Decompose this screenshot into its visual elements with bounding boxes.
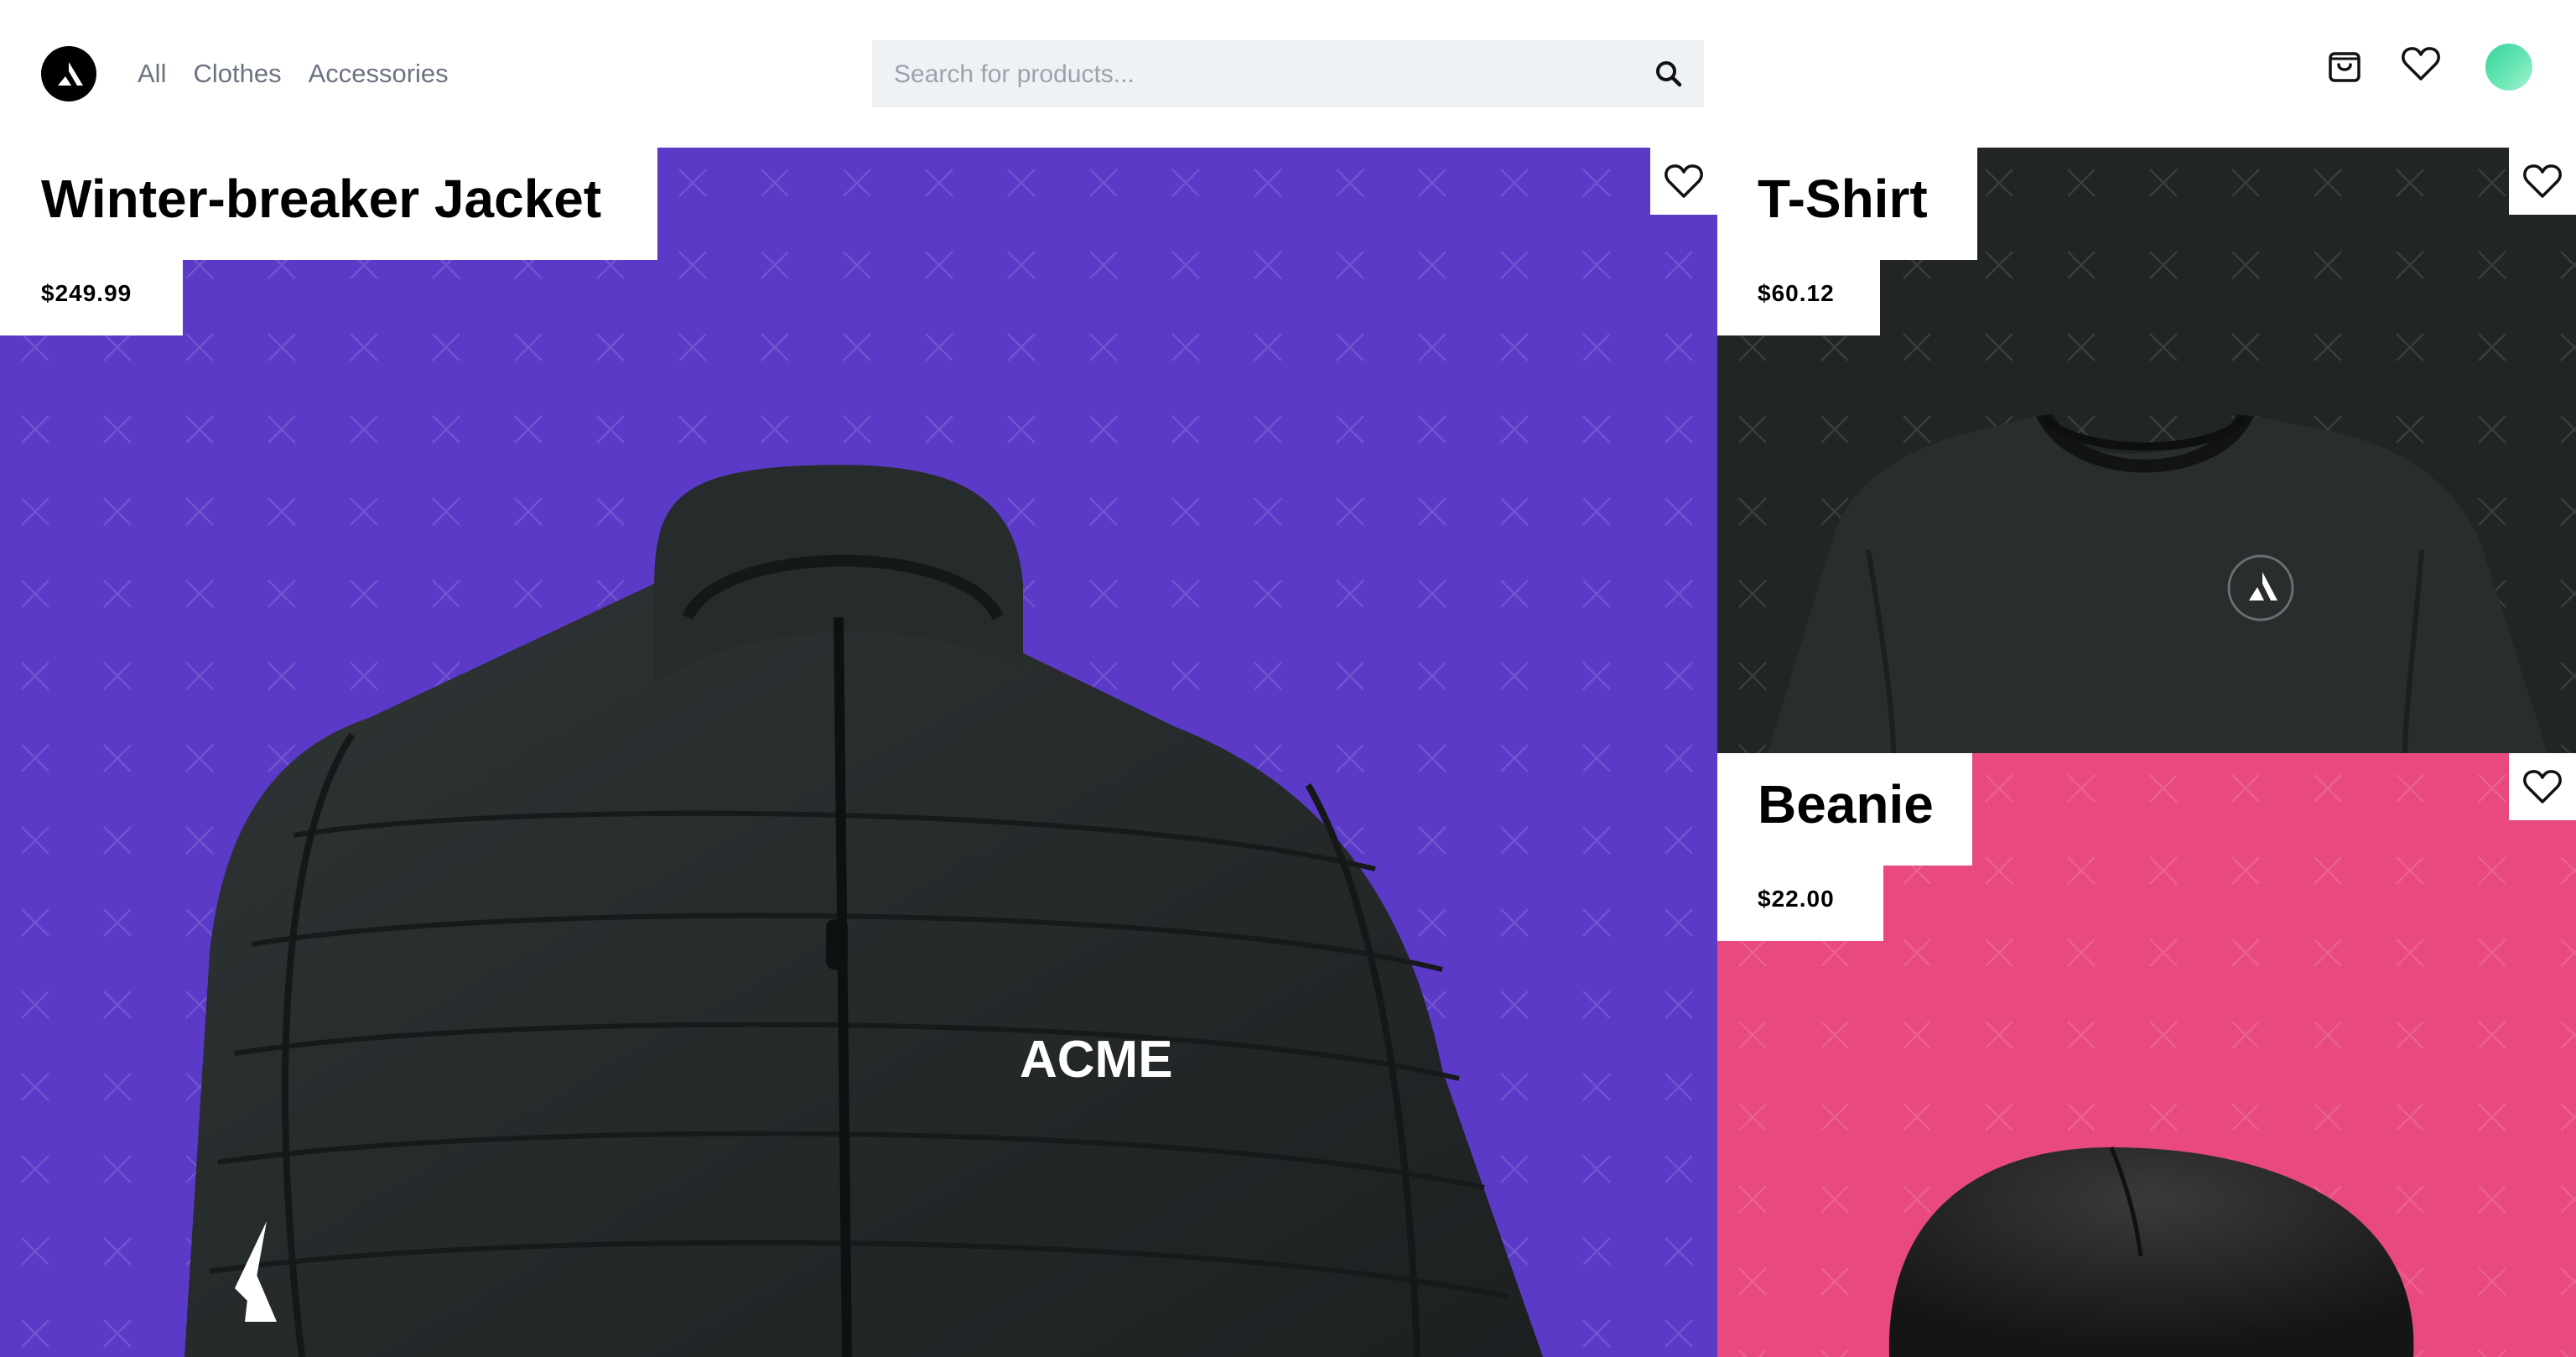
jacket-brand-print: ACME [1020, 1031, 1173, 1089]
shopping-bag-icon [2329, 52, 2360, 82]
search-bar [872, 40, 1704, 109]
wishlist-toggle[interactable] [2509, 753, 2576, 820]
acme-logo[interactable] [41, 46, 96, 101]
search-button[interactable] [1652, 57, 1685, 91]
heart-icon [2402, 47, 2440, 81]
wishlist-button[interactable] [2399, 40, 2443, 87]
cart-button[interactable] [2323, 40, 2366, 87]
product-title: Beanie [1717, 753, 1972, 866]
nav-link-clothes[interactable]: Clothes [193, 55, 281, 92]
product-price: $60.12 [1717, 260, 1880, 335]
heart-icon [2523, 770, 2562, 803]
product-title: Winter-breaker Jacket [0, 148, 657, 260]
product-price: $22.00 [1717, 866, 1883, 941]
search-input[interactable] [892, 40, 1633, 109]
wishlist-toggle[interactable] [1650, 148, 1717, 215]
nav-link-all[interactable]: All [138, 55, 166, 92]
product-price: $249.99 [0, 260, 183, 335]
user-avatar[interactable] [2485, 44, 2532, 91]
acme-logo-icon [58, 62, 83, 86]
search-icon [1656, 61, 1682, 87]
product-card-beanie[interactable]: Beanie $22.00 [1717, 753, 2576, 1357]
product-card-tshirt[interactable]: T-Shirt $60.12 [1717, 148, 2576, 753]
wishlist-toggle[interactable] [2509, 148, 2576, 215]
heart-icon [1665, 164, 1703, 198]
top-navbar: All Clothes Accessories [0, 0, 2576, 148]
category-nav: All Clothes Accessories [138, 55, 449, 92]
heart-icon [2523, 164, 2562, 198]
jacket-image [184, 465, 1543, 1357]
product-title: T-Shirt [1717, 148, 1977, 260]
nav-link-accessories[interactable]: Accessories [309, 55, 449, 92]
product-card-jacket[interactable]: ACME Winter-breaker Jacket $249.99 [0, 148, 1717, 1357]
